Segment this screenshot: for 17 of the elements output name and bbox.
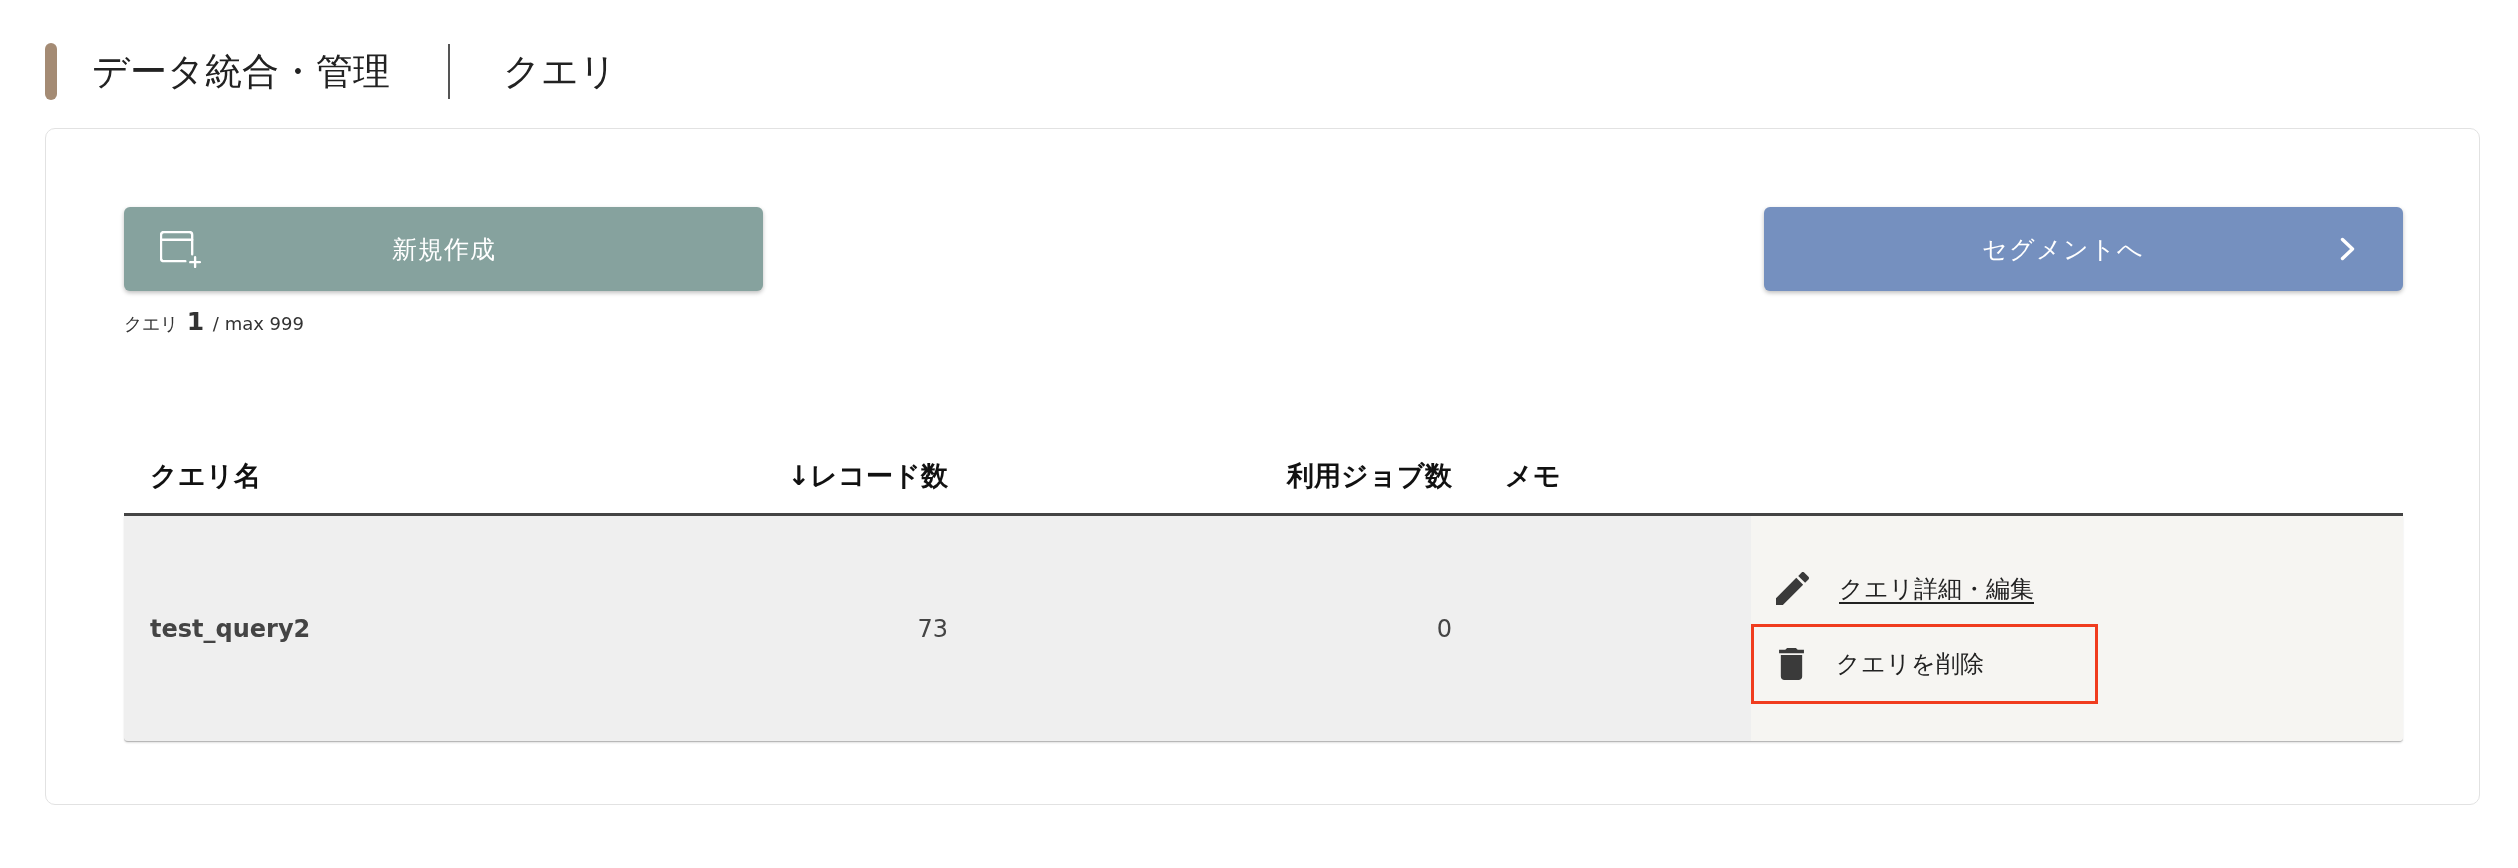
column-header[interactable]: 利用ジョブ数 [1287,458,1452,494]
query-name-cell: test_query2 [150,614,311,643]
column-header[interactable]: メモ [1505,458,1561,494]
trash-icon [1779,648,1804,680]
page-title: クエリ [503,48,617,95]
column-header[interactable]: ↓レコード数 [787,458,948,494]
edit-link[interactable]: クエリ詳細・編集 [1763,563,2047,614]
query-count: クエリ 1 / max 999 [124,307,304,336]
chevron-right-icon [2340,237,2355,261]
delete-button[interactable]: クエリを削除 [1751,624,2098,704]
table-cell: 0 [1436,614,1452,643]
pencil-icon [1776,572,1809,605]
window-plus-icon [160,230,201,268]
column-header[interactable]: クエリ名 [150,458,261,494]
table-cell: 73 [917,614,948,643]
accent-bar [45,43,57,100]
section-title: データ統合・管理 [92,48,390,95]
